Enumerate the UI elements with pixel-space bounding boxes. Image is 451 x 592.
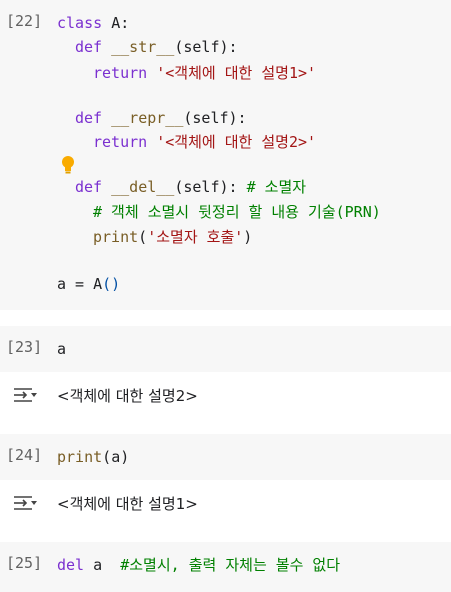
code-cell-24[interactable]: [24] print(a) (0, 434, 451, 480)
code-token: '<객체에 대한 설명1>' (156, 64, 317, 82)
code-token: ): (228, 109, 247, 127)
code-token: '<객체에 대한 설명2>' (156, 133, 317, 151)
execution-count: [24] (6, 446, 43, 464)
code-line: return '<객체에 대한 설명2>' (93, 131, 316, 153)
code-token: class (57, 14, 112, 32)
code-token: a (57, 340, 67, 358)
code-token: return (93, 133, 157, 151)
execution-count: [23] (6, 338, 43, 356)
code-line: def __repr__(self): (75, 107, 247, 129)
code-cell-22[interactable]: [22] class A: def __str__(self): return '<… (0, 0, 451, 310)
output-area-24: <객체에 대한 설명1> (0, 480, 451, 526)
code-token: self (192, 109, 229, 127)
code-line: def __del__(self): # 소멸자 (75, 176, 306, 198)
code-line: a (57, 338, 66, 360)
output-area-23: <객체에 대한 설명2> (0, 372, 451, 418)
output-toggle-icon[interactable] (12, 494, 38, 512)
code-token: self (183, 38, 220, 56)
code-line: # 객체 소멸시 뒷정리 할 내용 기술(PRN) (93, 201, 381, 223)
output-toggle-icon[interactable] (12, 386, 38, 404)
code-token: A: (111, 14, 130, 32)
code-token: def (75, 109, 112, 127)
lightbulb-icon[interactable] (60, 155, 76, 175)
code-token: #소멸시, 출력 자체는 볼수 없다 (120, 556, 341, 574)
code-token: def (75, 178, 112, 196)
code-cell-25[interactable]: [25] del a #소멸시, 출력 자체는 볼수 없다 (0, 542, 451, 592)
code-token: ): (219, 178, 247, 196)
code-token: '소멸자 호출' (147, 228, 244, 246)
code-token: __repr__ (111, 109, 184, 127)
code-token: __str__ (111, 38, 175, 56)
code-token: print (93, 228, 139, 246)
code-token: ) (120, 448, 130, 466)
code-token: ): (219, 38, 238, 56)
code-token: a (93, 556, 121, 574)
code-token: # 소멸자 (246, 178, 307, 196)
code-token: def (75, 38, 112, 56)
code-cell-23[interactable]: [23] a (0, 326, 451, 372)
code-line: def __str__(self): (75, 36, 238, 58)
execution-count: [25] (6, 554, 43, 572)
code-token: __del__ (111, 178, 175, 196)
output-text: <객체에 대한 설명1> (57, 495, 198, 513)
code-line: print(a) (57, 446, 129, 468)
code-token: ( (138, 228, 148, 246)
output-text: <객체에 대한 설명2> (57, 387, 198, 405)
code-line: print('소멸자 호출') (93, 226, 252, 248)
code-line: class A: (57, 12, 129, 34)
code-line: return '<객체에 대한 설명1>' (93, 62, 316, 84)
code-token: self (183, 178, 220, 196)
code-token: a (111, 448, 121, 466)
code-token: return (93, 64, 157, 82)
code-token: del (57, 556, 94, 574)
code-token: print (57, 448, 103, 466)
code-token: ( (102, 448, 112, 466)
code-token: ) (243, 228, 253, 246)
code-token: a = A (57, 275, 103, 293)
code-token: # 객체 소멸시 뒷정리 할 내용 기술(PRN) (93, 203, 381, 221)
execution-count: [22] (6, 12, 43, 30)
code-line: a = A() (57, 273, 120, 295)
code-line: del a #소멸시, 출력 자체는 볼수 없다 (57, 554, 340, 576)
code-token: () (102, 275, 121, 293)
